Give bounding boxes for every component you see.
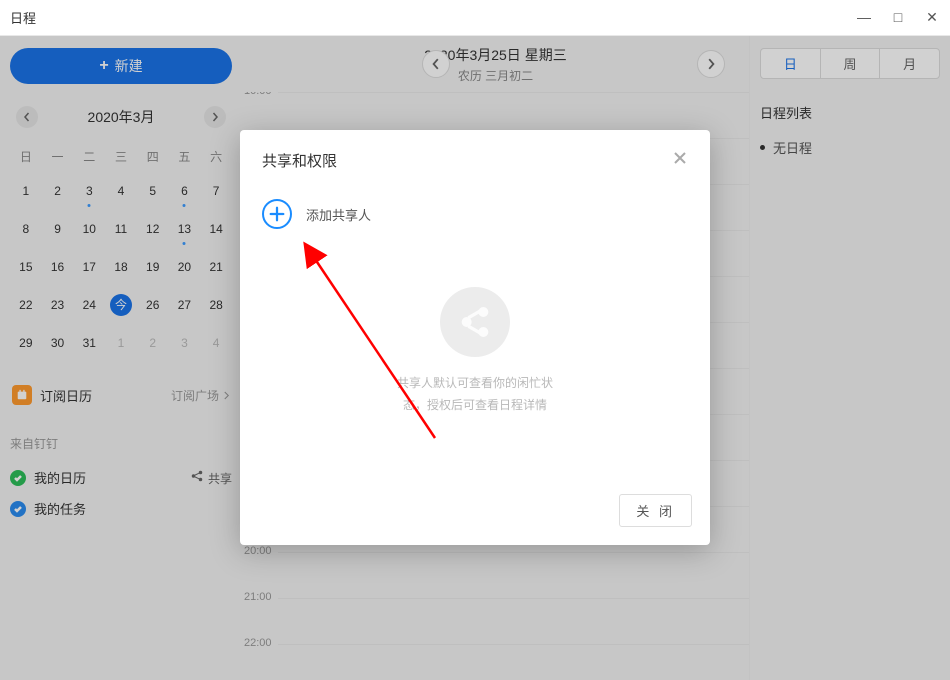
window-controls: — □ ✕ <box>856 9 940 26</box>
modal-title: 共享和权限 <box>262 150 337 171</box>
add-circle-icon <box>262 199 292 229</box>
close-icon <box>672 150 688 166</box>
close-button[interactable]: 关 闭 <box>619 494 692 527</box>
add-sharer-label: 添加共享人 <box>306 205 371 224</box>
titlebar: 日程 — □ ✕ <box>0 0 950 36</box>
minimize-button[interactable]: — <box>856 9 872 26</box>
modal-close-button[interactable] <box>672 150 688 171</box>
app-title: 日程 <box>10 8 36 27</box>
share-empty-state: 共享人默认可查看你的闲忙状 态，授权后可查看日程详情 <box>262 287 688 416</box>
share-icon <box>440 287 510 357</box>
empty-text-line2: 态，授权后可查看日程详情 <box>262 395 688 417</box>
add-sharer-button[interactable]: 添加共享人 <box>262 199 688 229</box>
close-window-button[interactable]: ✕ <box>924 9 940 26</box>
share-permissions-modal: 共享和权限 添加共享人 共享人默认可查看你的闲忙状 态，授权后可查看日程详情 关… <box>240 130 710 545</box>
maximize-button[interactable]: □ <box>890 9 906 26</box>
empty-text-line1: 共享人默认可查看你的闲忙状 <box>262 373 688 395</box>
